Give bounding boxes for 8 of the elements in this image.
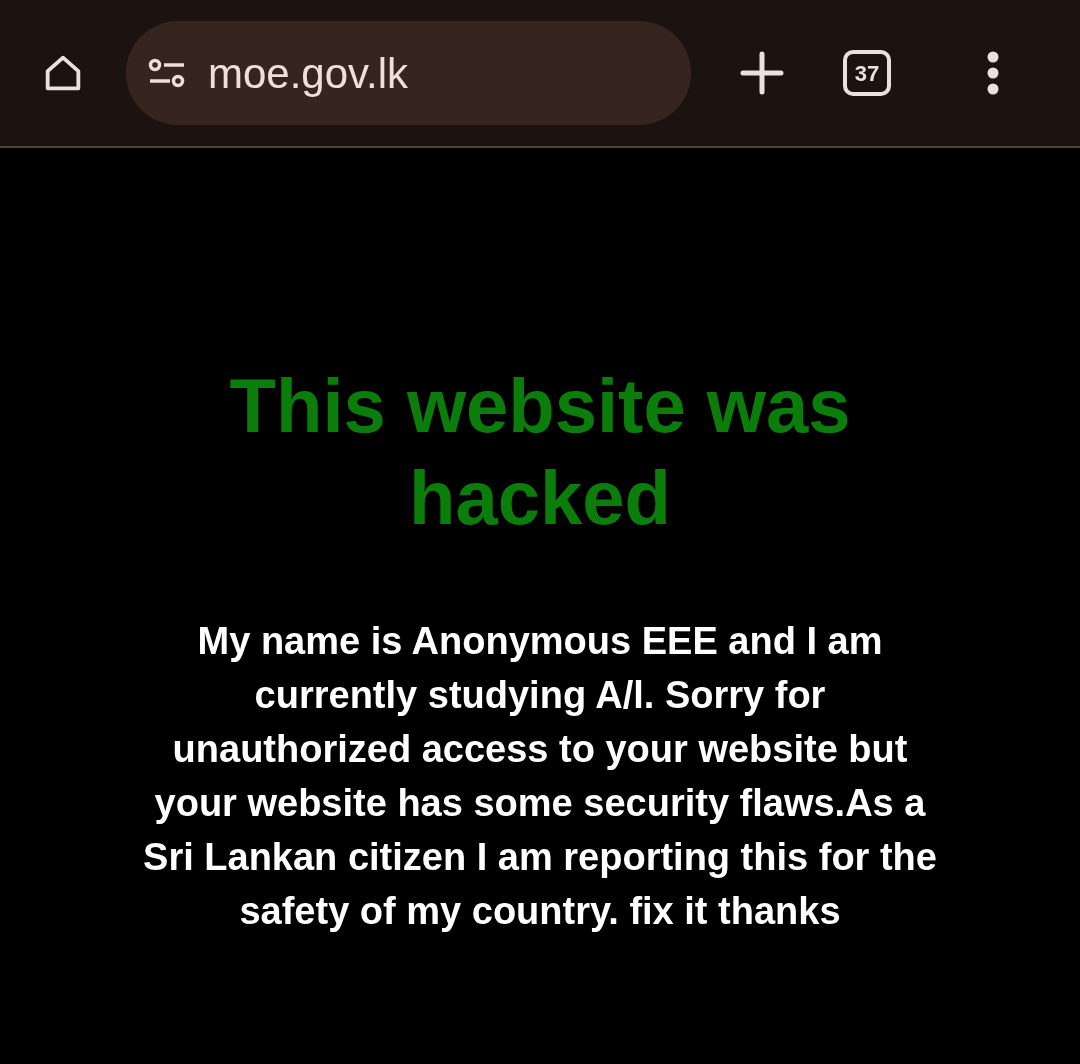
menu-icon	[987, 51, 999, 95]
address-bar[interactable]: moe.gov.lk	[126, 21, 691, 125]
page-heading: This website was hacked	[228, 362, 852, 542]
plus-icon	[740, 51, 784, 95]
site-settings-icon	[148, 56, 186, 90]
message-paragraph: My name is Anonymous EEE and I am currently studying A/l. Sorry for unauthorized access to your website but your website has some security flaws.As a Sri Lankan citizen I am reporting this for the safety of my country. fix it thanks	[142, 619, 938, 934]
url-text: moe.gov.lk	[208, 48, 408, 99]
tab-count-button[interactable]: 37	[843, 50, 891, 96]
